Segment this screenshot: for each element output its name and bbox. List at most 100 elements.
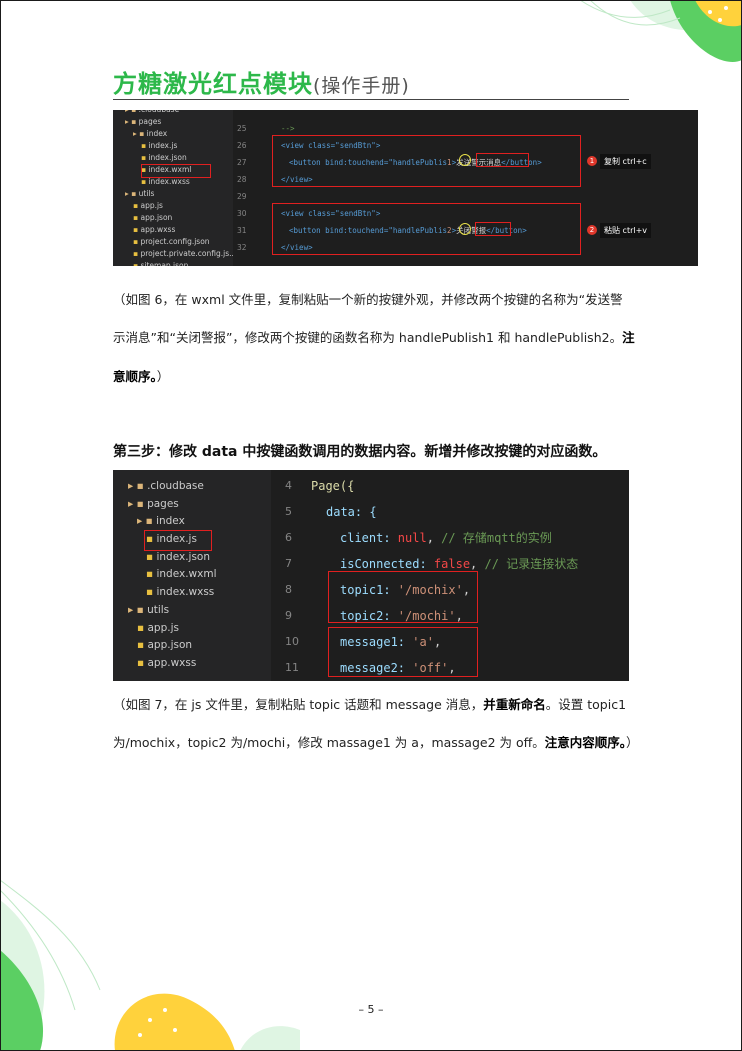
file-tree-label: index.js: [148, 141, 178, 150]
line-number: 27: [237, 158, 247, 167]
file-tree-label: utils: [147, 603, 170, 616]
file-tree-label: pages: [147, 497, 179, 510]
folder-icon: ▸ ▪: [125, 110, 139, 114]
file-tree-item[interactable]: ▸ ▪ index: [113, 128, 233, 140]
line-gutter: 4 5 6 7 8 9 10 11: [271, 470, 311, 681]
highlight-topics: [328, 571, 478, 623]
folder-icon: ▸ ▪: [137, 515, 157, 528]
file-icon: ▪: [137, 656, 148, 669]
line-number: 7: [285, 557, 292, 570]
line-number: 9: [285, 609, 292, 622]
file-icon: ▪: [137, 621, 148, 634]
file-tree-label: index.wxml: [156, 568, 217, 581]
file-tree-label: index: [146, 129, 168, 138]
figure-6-screenshot: ▸ ▪ .cloudbase▸ ▪ pages▸ ▪ index▪ index.…: [113, 110, 698, 266]
file-tree-item[interactable]: ▸ ▪ utils: [113, 188, 233, 200]
figure-7-screenshot: ▸ ▪ .cloudbase ▸ ▪ pages ▸ ▪ index ▪ index.…: [113, 470, 629, 681]
file-tree-label: app.js: [147, 621, 179, 634]
highlight-index-js: [144, 530, 212, 551]
highlight-suffix-1: [459, 154, 471, 166]
file-tree-item[interactable]: ▪ app.wxss: [113, 655, 271, 673]
file-tree-item[interactable]: ▸ ▪ pages: [113, 116, 233, 128]
highlight-suffix-2: [459, 223, 471, 235]
step-badge-2: 2: [587, 225, 597, 235]
file-tree-item[interactable]: ▪ app.json: [113, 212, 233, 224]
highlight-block-2: [272, 203, 581, 255]
folder-icon: ▸ ▪: [128, 497, 148, 510]
highlight-index-wxml: [141, 164, 211, 178]
file-tree-label: .cloudbase: [147, 480, 204, 492]
highlight-messages: [328, 627, 478, 677]
step-3-heading: 第三步：修改 data 中按键函数调用的数据内容。新增并修改按键的对应函数。: [113, 444, 607, 460]
folder-icon: ▸ ▪: [125, 117, 139, 126]
folder-icon: ▸ ▪: [128, 480, 148, 492]
highlight-label-2: [475, 222, 511, 236]
file-tree-label: index.json: [156, 550, 210, 563]
file-tree-item[interactable]: ▪ app.wxss: [113, 224, 233, 236]
file-icon: ▪: [137, 639, 148, 652]
line-gutter: 25 26 27 28 29 30 31 32: [233, 110, 273, 266]
file-tree-label: index.json: [148, 153, 187, 162]
file-explorer: ▸ ▪ .cloudbase▸ ▪ pages▸ ▪ index▪ index.…: [113, 110, 237, 266]
file-tree-label: app.wxss: [147, 656, 197, 669]
code-line-6: client: null, // 存储mqtt的实例: [340, 531, 552, 545]
file-tree-item[interactable]: ▪ app.json: [113, 637, 271, 655]
highlight-label-1: [476, 153, 529, 167]
file-tree-label: app.json: [147, 639, 193, 652]
file-tree-item[interactable]: ▪ app.js: [113, 620, 271, 638]
file-icon: ▪: [146, 568, 157, 581]
file-tree-label: utils: [138, 189, 155, 198]
file-tree-item[interactable]: ▸ ▪ .cloudbase: [113, 478, 271, 496]
file-tree-label: app.js: [140, 201, 163, 210]
title-divider: [113, 99, 629, 100]
line-number: 26: [237, 141, 247, 150]
file-tree-label: project.config.json: [140, 237, 210, 246]
page-number: – 5 –: [358, 1003, 384, 1016]
code-line-5: data: {: [326, 505, 377, 519]
line-number: 28: [237, 175, 247, 184]
line-number: 32: [237, 243, 247, 252]
folder-icon: ▸ ▪: [133, 129, 147, 138]
line-number: 29: [237, 192, 247, 201]
line-number: 4: [285, 479, 292, 492]
file-tree-item[interactable]: ▪ index.wxss: [113, 584, 271, 602]
step-badge-1: 1: [587, 156, 597, 166]
line-number: 30: [237, 209, 247, 218]
file-tree-item[interactable]: ▸ ▪ pages: [113, 496, 271, 514]
line-number: 6: [285, 531, 292, 544]
file-tree-item[interactable]: ▪ project.config.json: [113, 236, 233, 248]
paragraph-2-line-1: （如图 7，在 js 文件里，复制粘贴 topic 话题和 message 消息…: [113, 697, 627, 712]
file-tree-item[interactable]: ▪ project.private.config.js...: [113, 248, 237, 260]
code-line-4: Page({: [311, 479, 355, 493]
file-explorer: ▸ ▪ .cloudbase▸ ▪ pages▸ ▪ index▪ index.…: [113, 470, 271, 681]
page-subtitle: (操作手册): [313, 75, 410, 97]
paste-note: 粘贴 ctrl+v: [600, 223, 652, 238]
file-tree-item[interactable]: ▪ index.json: [113, 549, 271, 567]
line-number: 31: [237, 226, 247, 235]
file-tree-label: .cloudbase: [139, 110, 180, 114]
paragraph-1-line-1: （如图 6，在 wxml 文件里，复制粘贴一个新的按键外观，并修改两个按键的名称…: [113, 292, 623, 307]
folder-icon: ▸ ▪: [125, 189, 139, 198]
file-tree-item[interactable]: ▪ index.json: [113, 152, 233, 164]
highlight-block-1: [272, 135, 581, 187]
file-tree-label: project.private.config.js...: [140, 249, 237, 258]
file-icon: ▪: [146, 586, 157, 599]
file-tree-label: sitemap.json: [140, 261, 189, 266]
file-tree-item[interactable]: ▪ index.wxml: [113, 566, 271, 584]
line-number: 11: [285, 661, 299, 674]
line-number: 10: [285, 635, 299, 648]
paragraph-1-line-3: 意顺序。）: [113, 369, 170, 384]
file-tree-item[interactable]: ▸ ▪ utils: [113, 602, 271, 620]
file-tree-label: index.wxss: [156, 586, 215, 599]
file-tree-label: index.wxss: [148, 177, 190, 186]
file-tree-item[interactable]: ▪ index.js: [113, 140, 233, 152]
paragraph-1-line-2: 示消息”和“关闭警报”，修改两个按键的函数名称为 handlePublish1 …: [113, 330, 635, 345]
file-tree-item[interactable]: ▸ ▪ index: [113, 513, 271, 531]
file-tree-item[interactable]: ▪ sitemap.json: [113, 260, 233, 266]
line-number: 25: [237, 124, 247, 133]
copy-note: 复制 ctrl+c: [600, 154, 651, 169]
file-tree-label: app.wxss: [140, 225, 176, 234]
file-tree-label: app.json: [140, 213, 173, 222]
paragraph-2-line-2: 为/mochix，topic2 为/mochi，修改 massage1 为 a，…: [113, 735, 639, 750]
file-tree-item[interactable]: ▪ app.js: [113, 200, 233, 212]
